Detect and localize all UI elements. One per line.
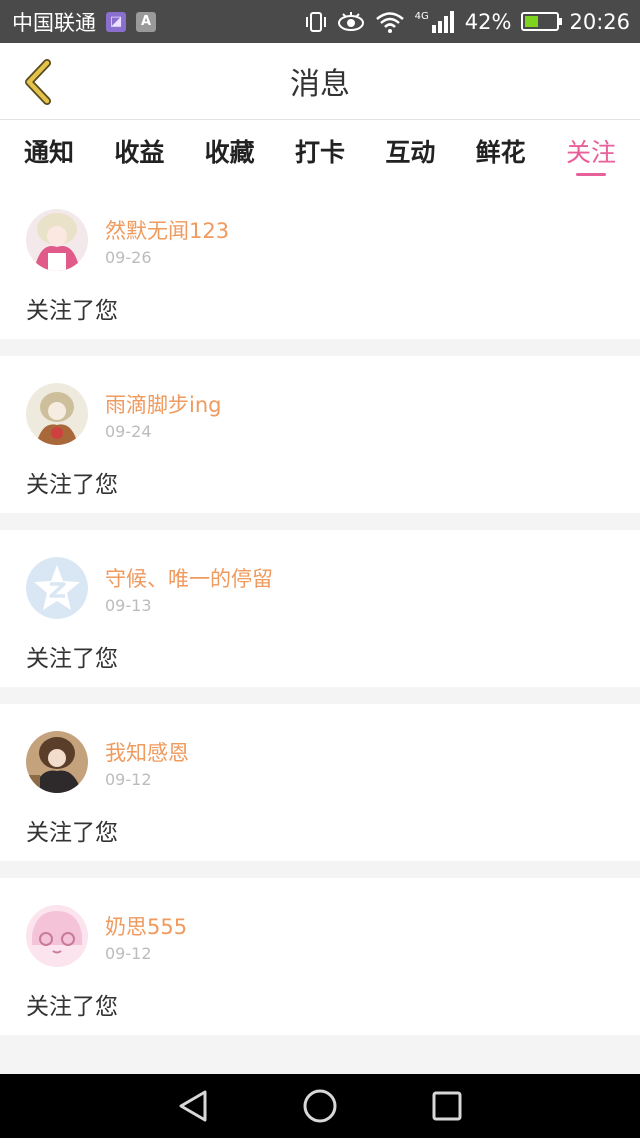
message-text: 关注了您 bbox=[26, 646, 118, 672]
tab-follows[interactable]: 关注 bbox=[566, 120, 616, 182]
message-date: 09-12 bbox=[105, 770, 152, 789]
username[interactable]: 守候、唯一的停留 bbox=[105, 563, 273, 593]
network-type-label: 4G bbox=[414, 10, 429, 22]
message-list: 然默无闻123 09-26 关注了您 雨滴脚步ing 09-24 关注了您 守候… bbox=[0, 182, 640, 1052]
status-bar: 中国联通 ◪ A 4G 42% 20:26 bbox=[0, 0, 640, 43]
avatar[interactable] bbox=[26, 731, 88, 793]
back-button[interactable] bbox=[14, 57, 62, 107]
nav-recents-button[interactable] bbox=[427, 1086, 467, 1126]
avatar[interactable] bbox=[26, 383, 88, 445]
tab-notifications[interactable]: 通知 bbox=[24, 120, 74, 182]
message-date: 09-24 bbox=[105, 422, 152, 441]
triangle-back-icon bbox=[179, 1090, 207, 1122]
message-text: 关注了您 bbox=[26, 820, 118, 846]
username[interactable]: 我知感恩 bbox=[105, 737, 189, 767]
carrier-label: 中国联通 bbox=[12, 10, 96, 35]
eye-icon bbox=[337, 11, 364, 31]
message-tabs: 通知 收益 收藏 打卡 互动 鲜花 关注 bbox=[0, 120, 640, 182]
clock: 20:26 bbox=[569, 9, 630, 34]
signal-icon bbox=[431, 10, 454, 33]
username[interactable]: 然默无闻123 bbox=[105, 215, 229, 245]
system-nav-bar bbox=[0, 1074, 640, 1138]
nav-back-button[interactable] bbox=[173, 1086, 213, 1126]
message-date: 09-13 bbox=[105, 596, 152, 615]
battery-icon bbox=[521, 12, 563, 31]
battery-percent: 42% bbox=[464, 9, 512, 34]
message-text: 关注了您 bbox=[26, 298, 118, 324]
app-header: 消息 bbox=[0, 43, 640, 120]
list-item[interactable]: 奶思555 09-12 关注了您 bbox=[0, 878, 640, 1035]
vibrate-icon bbox=[305, 11, 326, 32]
tab-favorites[interactable]: 收藏 bbox=[205, 120, 255, 182]
tab-interactions[interactable]: 互动 bbox=[385, 120, 435, 182]
tab-earnings[interactable]: 收益 bbox=[114, 120, 164, 182]
chevron-left-icon bbox=[25, 59, 51, 105]
avatar[interactable] bbox=[26, 209, 88, 271]
username[interactable]: 雨滴脚步ing bbox=[105, 389, 221, 419]
keyboard-app-icon: A bbox=[136, 11, 156, 32]
circle-home-icon bbox=[303, 1089, 337, 1123]
username[interactable]: 奶思555 bbox=[105, 911, 187, 941]
avatar[interactable] bbox=[26, 557, 88, 619]
gallery-app-icon: ◪ bbox=[106, 11, 126, 32]
message-text: 关注了您 bbox=[26, 994, 118, 1020]
tab-checkin[interactable]: 打卡 bbox=[295, 120, 345, 182]
nav-home-button[interactable] bbox=[300, 1086, 340, 1126]
list-item[interactable]: 我知感恩 09-12 关注了您 bbox=[0, 704, 640, 861]
square-recents-icon bbox=[432, 1091, 462, 1121]
list-item[interactable]: 雨滴脚步ing 09-24 关注了您 bbox=[0, 356, 640, 513]
message-text: 关注了您 bbox=[26, 472, 118, 498]
page-title: 消息 bbox=[290, 67, 350, 102]
avatar[interactable] bbox=[26, 905, 88, 967]
message-date: 09-26 bbox=[105, 248, 152, 267]
list-item[interactable]: 然默无闻123 09-26 关注了您 bbox=[0, 182, 640, 339]
wifi-icon bbox=[375, 11, 404, 33]
default-avatar-icon bbox=[26, 557, 88, 619]
message-date: 09-12 bbox=[105, 944, 152, 963]
tab-flowers[interactable]: 鲜花 bbox=[476, 120, 526, 182]
list-item[interactable]: 守候、唯一的停留 09-13 关注了您 bbox=[0, 530, 640, 687]
